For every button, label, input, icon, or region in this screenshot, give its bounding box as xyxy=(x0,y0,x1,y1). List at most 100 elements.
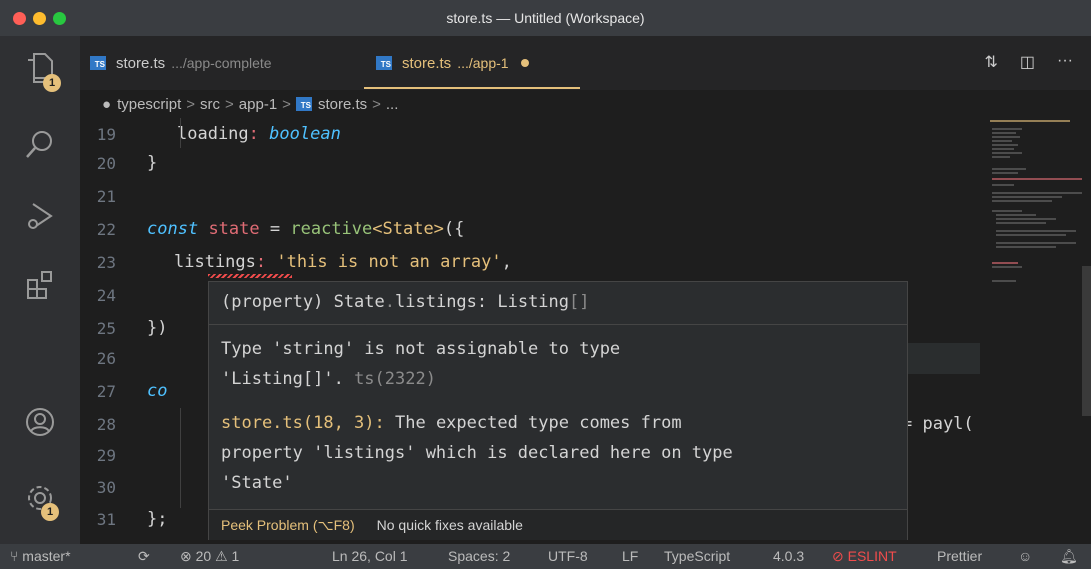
line-number: 28 xyxy=(96,414,116,434)
line-code: }) xyxy=(147,318,168,338)
search-icon[interactable] xyxy=(20,124,60,164)
code-line: 20 } xyxy=(80,147,1091,179)
eslint-status[interactable]: ⊘ ESLINT xyxy=(832,548,897,565)
line-number: 21 xyxy=(96,186,116,206)
eslint-label: ESLINT xyxy=(847,548,897,564)
minimap-line xyxy=(996,218,1056,220)
breadcrumb-item[interactable]: ... xyxy=(386,96,399,113)
gear-icon[interactable]: 1 xyxy=(20,478,60,521)
line-code: loading: boolean xyxy=(177,124,341,144)
eslint-error-icon: ⊘ xyxy=(832,548,844,564)
run-icon[interactable]: ● xyxy=(102,96,111,113)
warning-count: 1 xyxy=(231,548,240,564)
minimap-line xyxy=(996,222,1046,224)
tab-store-app-1[interactable]: TS store.ts .../app-1 xyxy=(376,36,529,90)
line-code: listings: 'this is not an array', xyxy=(174,252,512,272)
minimap-line xyxy=(992,262,1018,264)
editor-scrollbar[interactable] xyxy=(1082,118,1091,544)
minimap-line xyxy=(996,214,1036,216)
window-title: store.ts — Untitled (Workspace) xyxy=(446,10,645,26)
line-number: 31 xyxy=(96,509,116,529)
active-tab-indicator xyxy=(364,87,580,89)
feedback-icon[interactable]: ☺ xyxy=(1018,548,1032,564)
tab-path: .../app-1 xyxy=(457,55,509,71)
breadcrumb-separator: > xyxy=(282,95,291,113)
indent-guide xyxy=(180,118,181,148)
hover-error-message: Type 'string' is not assignable to type '… xyxy=(221,334,901,394)
files-icon[interactable]: 1 xyxy=(20,48,61,92)
typescript-file-icon: TS xyxy=(295,97,312,111)
compare-changes-icon[interactable]: ⇅ xyxy=(984,52,997,72)
line-number: 27 xyxy=(96,381,116,401)
error-squiggle xyxy=(208,274,292,278)
account-icon[interactable] xyxy=(20,402,60,442)
related-location-link[interactable]: store.ts(18, 3): xyxy=(221,413,385,433)
related-text: The expected type comes from xyxy=(384,413,682,433)
line-number: 22 xyxy=(96,219,116,239)
branch-status[interactable]: ⑂ master* xyxy=(10,548,71,564)
hover-tooltip: (property) State.listings: Listing[] Typ… xyxy=(208,281,908,540)
signature-prefix: (property) State xyxy=(221,292,385,312)
end-of-line[interactable]: LF xyxy=(622,548,638,564)
error-code: ts(2322) xyxy=(354,369,436,389)
breadcrumb-item[interactable]: typescript xyxy=(117,96,181,113)
related-line-1: store.ts(18, 3): The expected type comes… xyxy=(221,408,901,438)
code-line: 22 const state = reactive<State>({ xyxy=(80,213,1091,245)
breadcrumb-item[interactable]: src xyxy=(200,96,220,113)
unsaved-dot-icon[interactable] xyxy=(520,59,529,67)
minimap-line xyxy=(992,280,1016,282)
minimap-line xyxy=(992,196,1062,198)
extensions-icon[interactable] xyxy=(20,264,60,304)
line-number: 19 xyxy=(96,124,116,144)
minimap-line xyxy=(992,184,1014,186)
line-code: = payl( xyxy=(902,414,974,434)
debug-icon[interactable] xyxy=(20,196,60,236)
indentation[interactable]: Spaces: 2 xyxy=(448,548,510,564)
minimap-line xyxy=(992,266,1022,268)
cursor-position[interactable]: Ln 26, Col 1 xyxy=(332,548,408,564)
minimap-line xyxy=(996,242,1076,244)
minimap-line xyxy=(992,192,1082,194)
minimap-line xyxy=(992,156,1010,158)
breadcrumb: ● typescript > src > app-1 > TS store.ts… xyxy=(80,90,1091,118)
error-line-1: Type 'string' is not assignable to type xyxy=(221,339,621,359)
notifications-icon[interactable]: 🔔︎ xyxy=(1060,548,1078,565)
prettier-status[interactable]: Prettier xyxy=(937,548,982,564)
sync-icon[interactable]: ⟳ xyxy=(138,548,150,565)
current-line-highlight xyxy=(908,343,980,374)
error-line-2: 'Listing[]'. ts(2322) xyxy=(221,364,901,394)
tab-store-app-complete[interactable]: TS store.ts .../app-complete xyxy=(90,36,272,90)
no-quick-fixes-text: No quick fixes available xyxy=(376,517,523,533)
language-mode[interactable]: TypeScript xyxy=(664,548,730,564)
minimap-line xyxy=(992,210,1022,212)
error-line-2-text: 'Listing[]'. xyxy=(221,369,355,389)
hover-divider xyxy=(209,324,907,325)
editor-tabs: TS store.ts .../app-complete TS store.ts… xyxy=(80,36,1091,90)
minimap-line xyxy=(992,178,1082,180)
line-number: 26 xyxy=(96,348,116,368)
line-number: 25 xyxy=(96,318,116,338)
line-code: const state = reactive<State>({ xyxy=(147,219,465,239)
encoding[interactable]: UTF-8 xyxy=(548,548,588,564)
minimap-line xyxy=(992,140,1012,142)
line-number: 30 xyxy=(96,477,116,497)
minimap-line xyxy=(992,152,1022,154)
more-actions-icon[interactable]: ··· xyxy=(1057,52,1073,72)
split-editor-icon[interactable]: ◫ xyxy=(1020,52,1035,72)
ts-version[interactable]: 4.0.3 xyxy=(773,548,804,564)
peek-problem-link[interactable]: Peek Problem (⌥F8) xyxy=(221,517,355,534)
line-number: 24 xyxy=(96,285,116,305)
tab-label: store.ts xyxy=(402,54,452,72)
hover-related-info: store.ts(18, 3): The expected type comes… xyxy=(221,408,901,498)
branch-name: master* xyxy=(22,548,71,564)
signature-brackets: [] xyxy=(569,292,590,312)
problems-status[interactable]: ⊗ 20 ⚠ 1 xyxy=(180,548,239,565)
signature-rest: listings: Listing xyxy=(395,292,570,312)
minimap-line xyxy=(992,144,1018,146)
indent-guide xyxy=(180,408,181,508)
breadcrumb-item[interactable]: store.ts xyxy=(318,96,367,113)
minimap[interactable] xyxy=(986,118,1082,318)
scrollbar-thumb[interactable] xyxy=(1082,266,1091,416)
breadcrumb-item[interactable]: app-1 xyxy=(239,96,277,113)
title-bar: store.ts — Untitled (Workspace) xyxy=(0,0,1091,37)
